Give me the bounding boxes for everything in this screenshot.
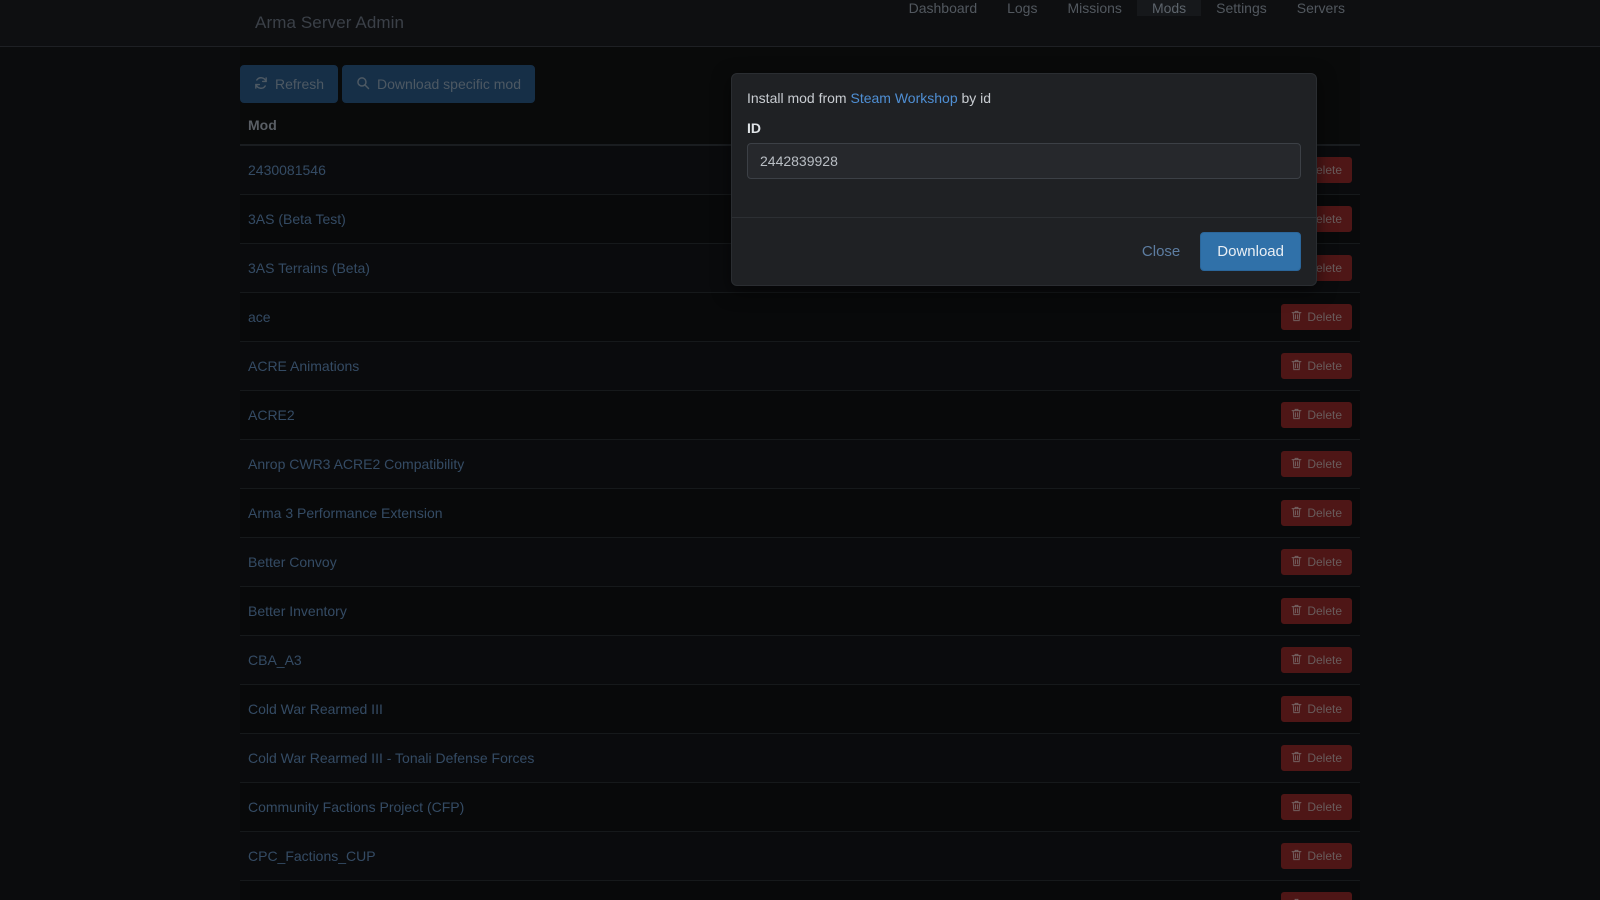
modal-spacer (747, 179, 1301, 201)
nav-link-logs[interactable]: Logs (992, 0, 1052, 16)
nav-item-settings[interactable]: Settings (1201, 0, 1282, 46)
modal-lead-before: Install mod from (747, 90, 851, 106)
nav-item-logs[interactable]: Logs (992, 0, 1052, 46)
nav-link-dashboard[interactable]: Dashboard (894, 0, 993, 16)
modal-lead-after: by id (957, 90, 992, 106)
navbar-inner: Arma Server Admin Dashboard Logs Missions M… (240, 0, 1360, 46)
modal-lead-text: Install mod from Steam Workshop by id (747, 90, 1301, 106)
nav-item-dashboard[interactable]: Dashboard (894, 0, 993, 46)
modal-footer: Close Download (732, 217, 1316, 285)
close-button[interactable]: Close (1127, 232, 1195, 271)
install-mod-modal: Install mod from Steam Workshop by id ID… (731, 73, 1317, 286)
brand-link[interactable]: Arma Server Admin (240, 0, 419, 46)
nav-link-settings[interactable]: Settings (1201, 0, 1282, 16)
nav-link-missions[interactable]: Missions (1052, 0, 1136, 16)
nav-link-servers[interactable]: Servers (1282, 0, 1360, 16)
download-button[interactable]: Download (1200, 232, 1301, 271)
nav-link-mods[interactable]: Mods (1136, 0, 1202, 16)
modal-body: Install mod from Steam Workshop by id ID (732, 74, 1316, 217)
top-navbar: Arma Server Admin Dashboard Logs Missions M… (0, 0, 1600, 47)
nav-item-mods[interactable]: Mods (1136, 0, 1202, 46)
id-field-label: ID (747, 120, 761, 136)
nav-item-missions[interactable]: Missions (1052, 0, 1136, 46)
steam-workshop-link[interactable]: Steam Workshop (850, 90, 957, 106)
mod-id-input[interactable] (747, 143, 1301, 179)
nav-item-servers[interactable]: Servers (1282, 0, 1360, 46)
primary-nav: Dashboard Logs Missions Mods Settings Servers (894, 0, 1360, 46)
page-container: Refresh Download specific mod Mod 243008… (240, 47, 1360, 900)
